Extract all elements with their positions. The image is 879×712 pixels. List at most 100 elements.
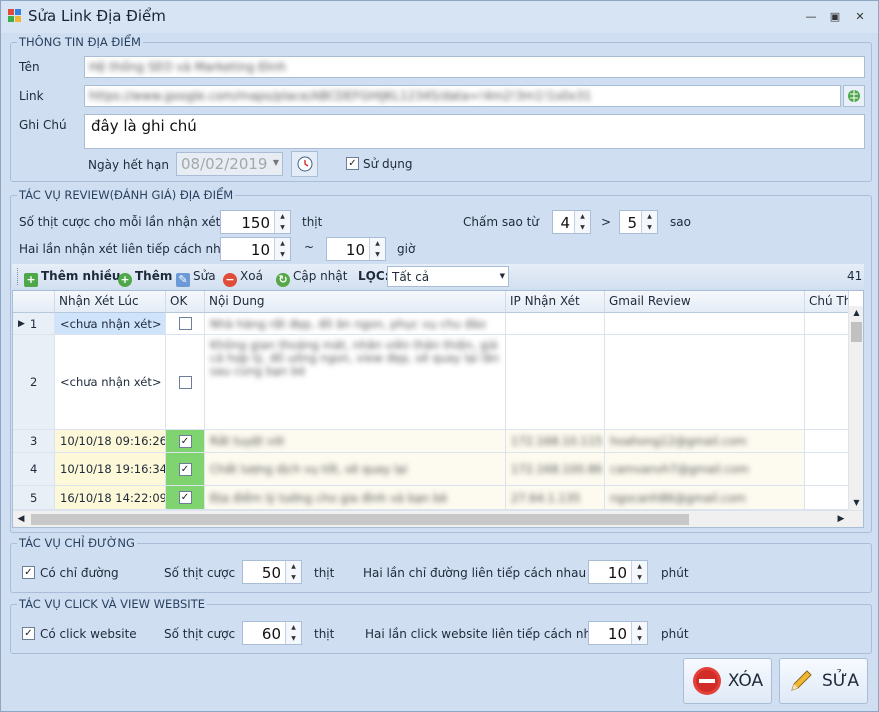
row-header[interactable]: 3 <box>13 430 55 453</box>
scroll-left-icon[interactable]: ◀ <box>15 513 27 525</box>
up-arrow-icon[interactable]: ▲ <box>370 238 385 249</box>
cell-gmail[interactable]: hoahong12@gmail.com <box>605 430 805 453</box>
stars-to-stepper[interactable]: 5 ▲ ▼ <box>619 210 658 234</box>
cell-ip[interactable] <box>506 335 605 430</box>
note-input[interactable]: đây là ghi chú <box>84 114 865 149</box>
down-arrow-icon[interactable]: ▼ <box>370 249 385 260</box>
vertical-scrollbar[interactable]: ▲ ▼ <box>848 306 863 510</box>
up-arrow-icon[interactable]: ▲ <box>575 211 590 222</box>
minimize-icon[interactable]: — <box>804 9 818 23</box>
edit-button[interactable]: ✎ Sửa <box>176 269 216 287</box>
col-header-content[interactable]: Nội Dung <box>205 291 506 313</box>
cell-content[interactable]: Nhà hàng rất đẹp, đồ ăn ngon, phục vụ ch… <box>205 313 506 335</box>
save-button[interactable]: SỬA <box>779 658 868 704</box>
row-header[interactable]: ▶ 1 <box>13 313 55 335</box>
down-arrow-icon[interactable]: ▼ <box>632 572 647 583</box>
col-header-ok[interactable]: OK <box>166 291 205 313</box>
likes-per-review-stepper[interactable]: 150 ▲ ▼ <box>220 210 291 234</box>
cell-note[interactable] <box>805 430 849 453</box>
cell-gmail[interactable] <box>605 335 805 430</box>
ok-checkbox[interactable]: ✓ <box>178 434 192 448</box>
down-arrow-icon[interactable]: ▼ <box>642 222 657 233</box>
up-arrow-icon[interactable]: ▲ <box>286 622 301 633</box>
cell-content[interactable]: Chất lượng dịch vụ tốt, sẽ quay lại <box>205 453 506 486</box>
down-arrow-icon[interactable]: ▼ <box>275 222 290 233</box>
name-input[interactable]: Hệ thống SEO và Marketing Đình <box>84 56 865 78</box>
down-arrow-icon[interactable]: ▼ <box>286 633 301 644</box>
cell-ip[interactable] <box>506 313 605 335</box>
update-button[interactable]: ↻ Cập nhật <box>276 269 347 287</box>
direction-likes-stepper[interactable]: 50 ▲ ▼ <box>242 560 302 584</box>
scroll-down-icon[interactable]: ▼ <box>849 496 863 510</box>
up-arrow-icon[interactable]: ▲ <box>632 561 647 572</box>
row-header[interactable]: 2 <box>13 335 55 430</box>
use-checkbox[interactable]: ✓ <box>346 157 359 170</box>
cell-note[interactable] <box>805 486 849 510</box>
delete-button[interactable]: XÓA <box>683 658 772 704</box>
expiry-date-input[interactable]: 08/02/2019 ▼ <box>176 152 283 176</box>
close-icon[interactable]: ✕ <box>853 9 867 23</box>
cell-time[interactable]: 16/10/18 14:22:09 <box>55 486 166 510</box>
cell-gmail[interactable]: camvanvh7@gmail.com <box>605 453 805 486</box>
cell-time[interactable]: 10/10/18 09:16:26 <box>55 430 166 453</box>
ok-checkbox[interactable] <box>178 317 192 330</box>
filter-select[interactable]: Tất cả ▼ <box>387 266 509 287</box>
cell-note[interactable] <box>805 335 849 430</box>
down-arrow-icon[interactable]: ▼ <box>575 222 590 233</box>
cell-note[interactable] <box>805 313 849 335</box>
open-link-button[interactable] <box>843 85 865 107</box>
vertical-scroll-thumb[interactable] <box>851 322 862 342</box>
up-arrow-icon[interactable]: ▲ <box>275 238 290 249</box>
cell-ip[interactable]: 172.168.10.115 <box>506 430 605 453</box>
cell-ok[interactable] <box>166 335 205 430</box>
up-arrow-icon[interactable]: ▲ <box>632 622 647 633</box>
ok-checkbox[interactable]: ✓ <box>178 491 192 504</box>
horizontal-scrollbar[interactable]: ◀ ▶ <box>13 510 863 527</box>
down-arrow-icon[interactable]: ▼ <box>632 633 647 644</box>
add-many-button[interactable]: + Thêm nhiều <box>24 269 120 287</box>
up-arrow-icon[interactable]: ▲ <box>286 561 301 572</box>
delete-row-button[interactable]: − Xoá <box>223 269 263 287</box>
cell-time[interactable]: <chưa nhận xét> <box>55 335 166 430</box>
up-arrow-icon[interactable]: ▲ <box>275 211 290 222</box>
horizontal-scroll-thumb[interactable] <box>31 514 689 525</box>
cell-ip[interactable]: 172.168.100.86 <box>506 453 605 486</box>
add-button[interactable]: + Thêm <box>118 269 172 287</box>
ok-checkbox[interactable]: ✓ <box>178 462 192 476</box>
review-interval-from-stepper[interactable]: 10 ▲ ▼ <box>220 237 291 261</box>
cell-ip[interactable]: 27.64.1.135 <box>506 486 605 510</box>
stars-from-stepper[interactable]: 4 ▲ ▼ <box>552 210 591 234</box>
scroll-up-icon[interactable]: ▲ <box>849 306 863 320</box>
calendar-clock-button[interactable] <box>291 151 318 177</box>
maximize-icon[interactable]: ▣ <box>828 9 842 23</box>
col-header-gmail[interactable]: Gmail Review <box>605 291 805 313</box>
ok-checkbox[interactable] <box>178 375 192 389</box>
cell-gmail[interactable] <box>605 313 805 335</box>
scroll-right-icon[interactable]: ▶ <box>835 513 847 525</box>
cell-note[interactable] <box>805 453 849 486</box>
cell-ok[interactable]: ✓ <box>166 430 205 453</box>
direction-checkbox[interactable]: ✓ <box>22 566 35 579</box>
col-header-time[interactable]: Nhận Xét Lúc <box>55 291 166 313</box>
website-likes-stepper[interactable]: 60 ▲ ▼ <box>242 621 302 645</box>
cell-time[interactable]: <chưa nhận xét> <box>55 313 166 335</box>
cell-ok[interactable] <box>166 313 205 335</box>
cell-gmail[interactable]: ngocanh86@gmail.com <box>605 486 805 510</box>
cell-time[interactable]: 10/10/18 19:16:34 <box>55 453 166 486</box>
cell-content[interactable]: Địa điểm lý tưởng cho gia đình và bạn bè <box>205 486 506 510</box>
website-interval-stepper[interactable]: 10 ▲ ▼ <box>588 621 648 645</box>
row-header[interactable]: 5 <box>13 486 55 510</box>
cell-ok[interactable]: ✓ <box>166 453 205 486</box>
down-arrow-icon[interactable]: ▼ <box>275 249 290 260</box>
link-input[interactable]: https://www.google.com/maps/place/ABCDEF… <box>84 85 841 107</box>
col-header-note[interactable]: Chú Thích <box>805 291 849 313</box>
up-arrow-icon[interactable]: ▲ <box>642 211 657 222</box>
cell-content[interactable]: Rất tuyệt vời <box>205 430 506 453</box>
direction-interval-stepper[interactable]: 10 ▲ ▼ <box>588 560 648 584</box>
review-interval-to-stepper[interactable]: 10 ▲ ▼ <box>326 237 386 261</box>
down-arrow-icon[interactable]: ▼ <box>286 572 301 583</box>
website-checkbox[interactable]: ✓ <box>22 627 35 640</box>
cell-content[interactable]: Không gian thoáng mát, nhân viên thân th… <box>205 335 506 430</box>
row-header[interactable]: 4 <box>13 453 55 486</box>
col-header-ip[interactable]: IP Nhận Xét <box>506 291 605 313</box>
